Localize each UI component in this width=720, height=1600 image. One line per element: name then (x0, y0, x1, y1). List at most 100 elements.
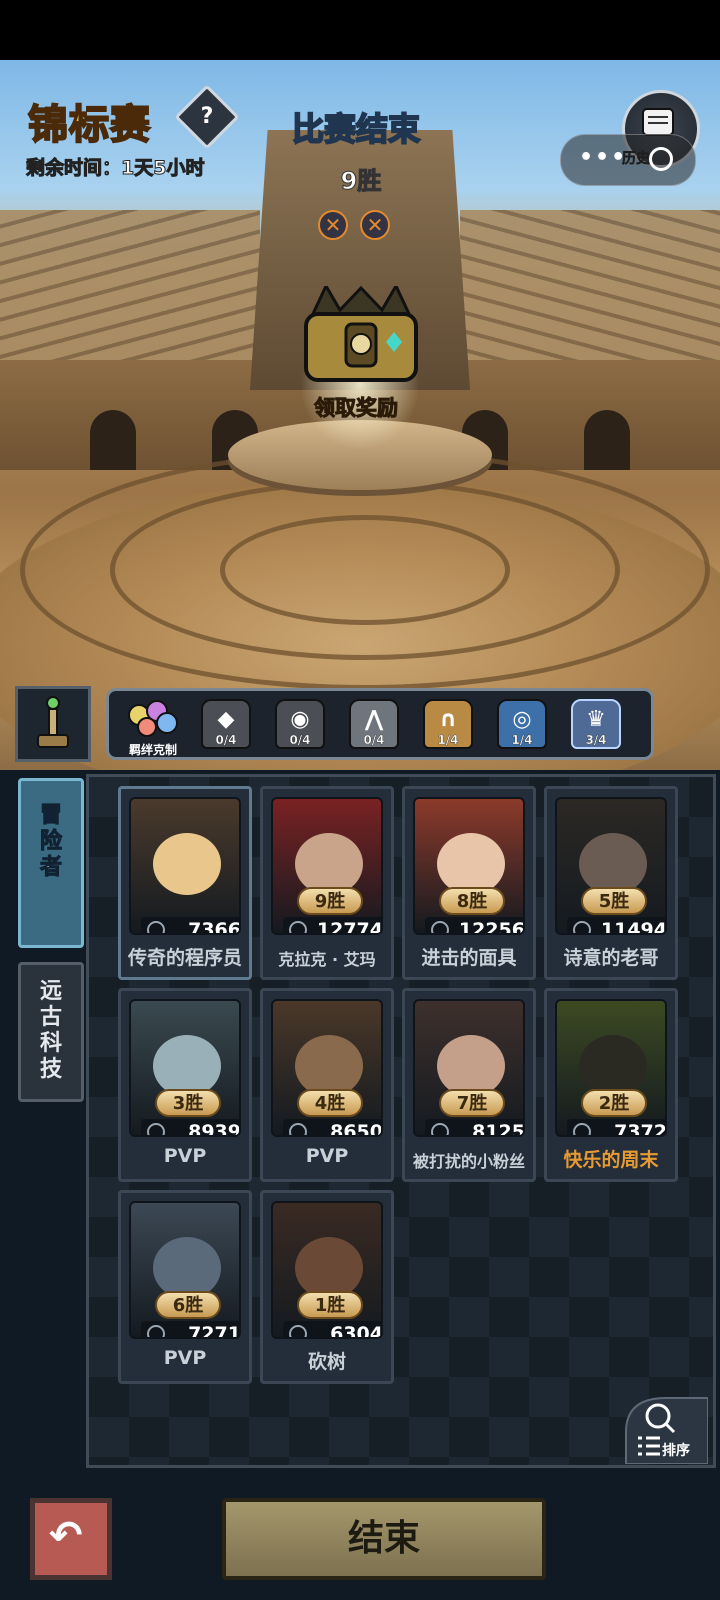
back-arrow-icon: ↶ (49, 1513, 83, 1559)
adventurer-portrait: 2胜 7372 (555, 999, 667, 1137)
portrait-face (295, 1035, 363, 1097)
claim-reward-label[interactable]: 领取奖励 (314, 392, 399, 422)
arena-arch (90, 410, 136, 470)
adventurer-name: PVP (163, 1347, 207, 1369)
bond-item-crown[interactable]: ♛ 3/4 (571, 699, 621, 749)
crown-icon: ♛ (586, 707, 606, 732)
mini-program-capsule[interactable]: ••• (560, 134, 696, 186)
close-circle-icon[interactable] (649, 147, 673, 171)
adventurer-name: 砍树 (307, 1351, 346, 1373)
class-icon (147, 921, 165, 933)
portrait-face (153, 1035, 221, 1097)
class-icon (289, 921, 307, 933)
class-icon (573, 921, 591, 933)
ring-icon: ◎ (512, 707, 532, 732)
win-count-badge: 9胜 (297, 887, 363, 915)
power-score: 12256 (458, 919, 525, 935)
arch-icon: ∩ (439, 707, 457, 732)
class-icon (431, 1123, 449, 1135)
remaining-time: 剩余时间：1天5小时 (25, 157, 205, 180)
adventurer-portrait: 9胜 12774 (271, 797, 383, 935)
bond-icon (128, 700, 178, 737)
adventurer-portrait: 7胜 8125 (413, 999, 525, 1137)
end-button[interactable]: 结束 (222, 1498, 546, 1580)
power-score: 8939 (188, 1121, 241, 1137)
win-count-badge: 4胜 (297, 1089, 363, 1117)
score-row: 7271 (141, 1321, 241, 1339)
bond-item-eye[interactable]: ◉ 0/4 (275, 699, 325, 749)
power-score: 7271 (188, 1323, 241, 1339)
class-icon (147, 1325, 165, 1337)
class-icon (147, 1123, 165, 1135)
score-row: 7372 (567, 1119, 667, 1137)
loss-marker: ✕ (360, 210, 390, 240)
status-bar (0, 0, 720, 60)
adventurer-card[interactable]: 7胜 8125 被打扰的小粉丝 (402, 988, 536, 1182)
bond-item-claw[interactable]: ⋀ 0/4 (349, 699, 399, 749)
bond-main-label: 羁绊克制 (129, 743, 178, 757)
win-count-badge: 1胜 (297, 1291, 363, 1319)
bond-count: 0/4 (215, 733, 237, 747)
arena-arch (584, 410, 630, 470)
score-row: 6304 (283, 1321, 383, 1339)
adventurer-card[interactable]: 2胜 7372 快乐的周末 (544, 988, 678, 1182)
bond-count: 3/4 (585, 733, 607, 747)
adventurer-card[interactable]: 6胜 7271 PVP (118, 1190, 252, 1384)
adventurer-card[interactable]: 5胜 11494 诗意的老哥 (544, 786, 678, 980)
totem-icon (37, 696, 69, 748)
power-score: 8650 (330, 1121, 383, 1137)
portrait-face (153, 1237, 221, 1299)
help-icon: ? (200, 104, 214, 129)
adventurer-card[interactable]: 3胜 8939 PVP (118, 988, 252, 1182)
tab-adventurer[interactable]: 冒险者 (18, 778, 84, 948)
adventurer-name: 传奇的程序员 (127, 947, 242, 969)
adventurer-name: 克拉克 · 艾玛 (278, 950, 376, 969)
portrait-face (579, 1035, 647, 1097)
power-score: 7366 (188, 919, 241, 935)
tab-ancient-tech[interactable]: 远古科技 (18, 962, 84, 1102)
adventurer-card[interactable]: 7366 传奇的程序员 (118, 786, 252, 980)
power-score: 6304 (330, 1323, 383, 1339)
power-score: 7372 (614, 1121, 667, 1137)
adventurer-card[interactable]: 8胜 12256 进击的面具 (402, 786, 536, 980)
eye-icon: ◉ (290, 707, 310, 732)
bond-totem-slot[interactable] (15, 686, 91, 762)
bond-item-ring[interactable]: ◎ 1/4 (497, 699, 547, 749)
adventurer-name: 被打扰的小粉丝 (412, 1152, 525, 1171)
score-row: 8650 (283, 1119, 383, 1137)
adventurer-card[interactable]: 9胜 12774 克拉克 · 艾玛 (260, 786, 394, 980)
class-icon (573, 1123, 591, 1135)
win-count-badge: 3胜 (155, 1089, 221, 1117)
portrait-face (153, 833, 221, 895)
win-count-badge: 7胜 (439, 1089, 505, 1117)
floor-ring (220, 515, 510, 625)
win-count-badge: 5胜 (581, 887, 647, 915)
sort-label: 排序 (662, 1443, 690, 1459)
bond-count: 0/4 (289, 733, 311, 747)
bond-bar: 羁绊克制 ◆ 0/4 ◉ 0/4 ⋀ 0/4 ∩ 1/4 ◎ 1/4 ♛ 3/4 (106, 688, 654, 760)
portrait-face (579, 833, 647, 895)
bond-item-diamond[interactable]: ◆ 0/4 (201, 699, 251, 749)
reward-chest-icon[interactable] (298, 286, 424, 386)
adventurer-name: 快乐的周末 (563, 1149, 659, 1171)
tab-adventurer-label: 冒险者 (39, 803, 62, 881)
total-wins: 9胜 (340, 167, 382, 196)
adventurer-name: 诗意的老哥 (563, 947, 659, 969)
adventurer-card[interactable]: 4胜 8650 PVP (260, 988, 394, 1182)
adventurer-card[interactable]: 1胜 6304 砍树 (260, 1190, 394, 1384)
class-icon (431, 921, 449, 933)
portrait-face (437, 833, 505, 895)
adventurer-portrait: 7366 (129, 797, 241, 935)
back-button[interactable]: ↶ (30, 1498, 112, 1580)
adventurer-portrait: 3胜 8939 (129, 999, 241, 1137)
power-score: 8125 (472, 1121, 525, 1137)
win-count-badge: 8胜 (439, 887, 505, 915)
more-icon[interactable]: ••• (579, 145, 627, 170)
bond-counter-button[interactable]: 羁绊克制 (117, 695, 195, 757)
adventurer-name: PVP (163, 1145, 207, 1167)
portrait-face (437, 1035, 505, 1097)
adventurer-portrait: 4胜 8650 (271, 999, 383, 1137)
adventurer-portrait: 6胜 7271 (129, 1201, 241, 1339)
bond-item-arch[interactable]: ∩ 1/4 (423, 699, 473, 749)
adventurer-name: PVP (305, 1145, 349, 1167)
